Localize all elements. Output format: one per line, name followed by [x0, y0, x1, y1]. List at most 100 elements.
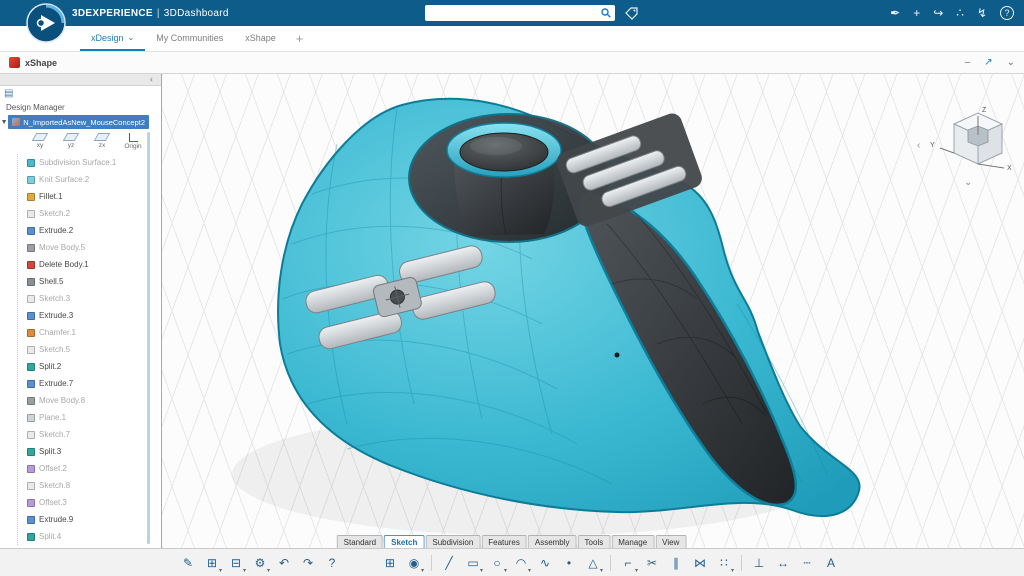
brand-separator: | — [157, 8, 160, 19]
tree-item-fillet-1[interactable]: Fillet.1 — [18, 188, 161, 205]
minimize-icon[interactable]: – — [965, 58, 971, 68]
vertex-marker[interactable] — [615, 353, 620, 358]
search-input[interactable] — [425, 5, 597, 21]
tag-button[interactable] — [622, 5, 640, 21]
tree-item-split-3[interactable]: Split.3 — [18, 443, 161, 460]
rotate-left-icon[interactable]: ‹ — [917, 140, 920, 151]
chevron-down-icon[interactable]: ⌄ — [1007, 58, 1015, 68]
delete-icon — [27, 261, 35, 269]
new-sketch-icon[interactable]: ✎ — [178, 553, 198, 573]
help-icon[interactable]: ? — [322, 553, 342, 573]
tree-item-shell-5[interactable]: Shell.5 — [18, 273, 161, 290]
fillet-icon[interactable]: ⌐▾ — [618, 553, 638, 573]
3d-viewport[interactable]: Y Z X ‹ ⌄ StandardSketchSubdivisionFeatu… — [162, 74, 1024, 548]
tree-item-sketch-3[interactable]: Sketch.3 — [18, 290, 161, 307]
ribbon-tab-sketch[interactable]: Sketch — [384, 535, 424, 548]
tree-plane-origin[interactable]: Origin — [119, 132, 147, 153]
view-cube[interactable]: Y Z X ‹ ⌄ — [916, 100, 1016, 188]
save-icon[interactable]: ⊟▾ — [226, 553, 246, 573]
ribbon-tab-tools[interactable]: Tools — [578, 535, 611, 548]
arc-icon[interactable]: ◠▾ — [511, 553, 531, 573]
tab-xshape[interactable]: xShape — [234, 26, 287, 51]
tree-item-move-body-8[interactable]: Move Body.8 — [18, 392, 161, 409]
open-icon[interactable]: ⊞▾ — [202, 553, 222, 573]
redo-icon[interactable]: ↷ — [298, 553, 318, 573]
search-button[interactable] — [597, 5, 615, 21]
tree-item-sketch-5[interactable]: Sketch.5 — [18, 341, 161, 358]
tree-root-node[interactable]: N_ImportedAsNew_MouseConcept2 — [8, 115, 149, 129]
ribbon-tab-manage[interactable]: Manage — [611, 535, 654, 548]
tree-item-split-2[interactable]: Split.2 — [18, 358, 161, 375]
add-icon[interactable]: + — [913, 7, 920, 19]
mouse-model-canvas[interactable] — [162, 74, 1024, 548]
circle-icon[interactable]: ○▾ — [487, 553, 507, 573]
tree-item-move-body-5[interactable]: Move Body.5 — [18, 239, 161, 256]
construction-icon[interactable]: ┄ — [797, 553, 817, 573]
tree-item-subdivision-surface-1[interactable]: Subdivision Surface.1 — [18, 154, 161, 171]
trim-icon[interactable]: ✂ — [642, 553, 662, 573]
tree-item-knit-surface-2[interactable]: Knit Surface.2 — [18, 171, 161, 188]
line-icon[interactable]: ╱ — [439, 553, 459, 573]
polygon-icon[interactable]: △▾ — [583, 553, 603, 573]
ribbon-tab-features[interactable]: Features — [481, 535, 527, 548]
tree-item-extrude-3[interactable]: Extrude.3 — [18, 307, 161, 324]
tree-item-extrude-9[interactable]: Extrude.9 — [18, 511, 161, 528]
tree-item-offset-3[interactable]: Offset.3 — [18, 494, 161, 511]
icon-glyph: ✂ — [647, 557, 657, 569]
collaborate-icon[interactable]: ∴ — [956, 7, 964, 19]
tree-plane-zx[interactable]: zx — [88, 132, 116, 153]
text-icon[interactable]: A — [821, 553, 841, 573]
rectangle-icon[interactable]: ▭▾ — [463, 553, 483, 573]
ribbon-tab-subdivision[interactable]: Subdivision — [425, 535, 480, 548]
tree-item-extrude-2[interactable]: Extrude.2 — [18, 222, 161, 239]
actions-icon[interactable]: ↯ — [977, 7, 987, 19]
tree-item-sketch-8[interactable]: Sketch.8 — [18, 477, 161, 494]
tree-item-extrude-7[interactable]: Extrude.7 — [18, 375, 161, 392]
window-controls: – ↗ ⌄ — [965, 58, 1015, 68]
help-icon[interactable]: ? — [1000, 6, 1014, 20]
tree-item-delete-body-1[interactable]: Delete Body.1 — [18, 256, 161, 273]
sketch-view-icon[interactable]: ◉▾ — [404, 553, 424, 573]
add-tab-button[interactable]: + — [287, 26, 313, 51]
chevron-down-icon: ▾ — [600, 567, 603, 574]
brand-secondary: 3DDashboard — [164, 8, 229, 19]
grid-toggle-icon[interactable]: ⊞ — [380, 553, 400, 573]
mirror-icon[interactable]: ⋈ — [690, 553, 710, 573]
axis-z-label: Z — [982, 107, 987, 114]
tree-item-label: Sketch.8 — [39, 481, 70, 490]
dimension-icon[interactable]: ↔ — [773, 553, 793, 573]
sketch-icon — [27, 346, 35, 354]
tree-item-plane-1[interactable]: Plane.1 — [18, 409, 161, 426]
tab-my-communities[interactable]: My Communities — [145, 26, 234, 51]
tree-view-icon[interactable]: ▤ — [4, 89, 13, 99]
3dexperience-compass-logo[interactable] — [26, 3, 66, 43]
pattern-icon[interactable]: ∷▾ — [714, 553, 734, 573]
tree-item-offset-2[interactable]: Offset.2 — [18, 460, 161, 477]
tree-scrollbar[interactable] — [147, 132, 150, 544]
ribbon-tab-assembly[interactable]: Assembly — [528, 535, 577, 548]
point-icon[interactable]: • — [559, 553, 579, 573]
tree-item-sketch-2[interactable]: Sketch.2 — [18, 205, 161, 222]
tree-plane-yz[interactable]: yz — [57, 132, 85, 153]
plane-label: zx — [99, 142, 106, 149]
share-icon[interactable]: ↪ — [933, 7, 943, 19]
knit-icon — [27, 176, 35, 184]
tree-item-sketch-7[interactable]: Sketch.7 — [18, 426, 161, 443]
tree-item-chamfer-1[interactable]: Chamfer.1 — [18, 324, 161, 341]
ribbon-tab-standard[interactable]: Standard — [337, 535, 383, 548]
tree-item-split-4[interactable]: Split.4 — [18, 528, 161, 545]
ribbon-tab-view[interactable]: View — [655, 535, 686, 548]
offset-icon[interactable]: ∥ — [666, 553, 686, 573]
collapse-panel-icon[interactable]: ‹ — [150, 75, 153, 84]
settings-icon[interactable]: ⚙▾ — [250, 553, 270, 573]
marker-icon[interactable]: ✒ — [890, 7, 900, 19]
chevron-down-icon: ▾ — [243, 567, 246, 574]
spline-icon[interactable]: ∿ — [535, 553, 555, 573]
tab-xdesign[interactable]: xDesign⌄ — [80, 26, 145, 51]
expand-icon[interactable]: ↗ — [984, 58, 992, 68]
constraint-icon[interactable]: ⊥ — [749, 553, 769, 573]
rotate-down-icon[interactable]: ⌄ — [964, 177, 972, 188]
tree-expand-caret[interactable]: ▼ — [0, 119, 8, 126]
tree-plane-xy[interactable]: xy — [26, 132, 54, 153]
undo-icon[interactable]: ↶ — [274, 553, 294, 573]
